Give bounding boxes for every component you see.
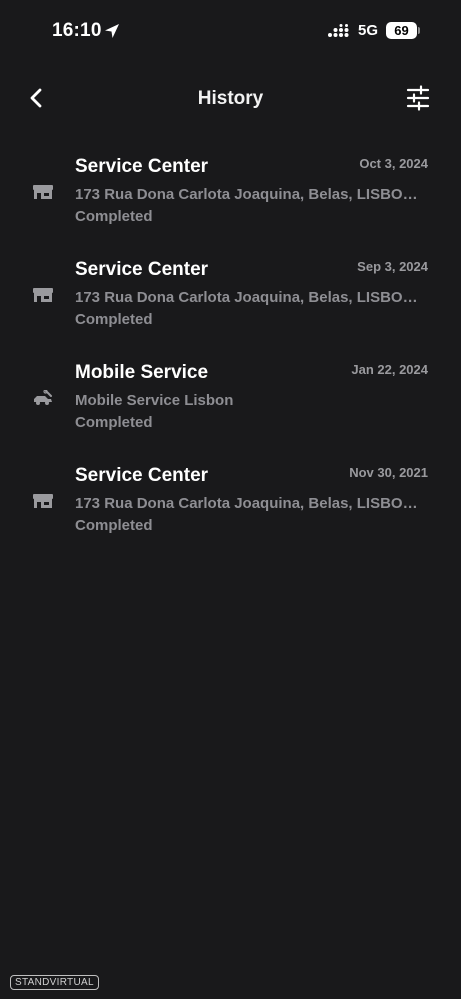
history-item-address: Mobile Service Lisbon: [75, 392, 234, 409]
location-arrow-icon: [105, 24, 119, 38]
sliders-icon: [406, 85, 430, 111]
mobile-service-icon: [34, 390, 52, 405]
history-item-title: Service Center: [75, 465, 209, 486]
watermark-logo: STANDVIRTUAL: [10, 975, 99, 990]
history-item-title: Mobile Service: [75, 362, 209, 383]
history-item-address: 173 Rua Dona Carlota Joaquina, Belas, LI…: [75, 186, 420, 203]
service-center-icon: [33, 494, 53, 508]
battery-icon: 69: [386, 22, 420, 39]
history-item-title: Service Center: [75, 156, 209, 177]
history-item[interactable]: Service Center Sep 3, 2024 173 Rua Dona …: [0, 259, 461, 351]
history-item-title: Service Center: [75, 259, 209, 280]
history-item-date: Sep 3, 2024: [357, 259, 428, 274]
status-bar: 16:10 5G 69: [0, 0, 461, 62]
network-type: 5G: [358, 22, 379, 39]
page-title: History: [197, 88, 264, 109]
history-item-date: Nov 30, 2021: [349, 465, 428, 480]
service-center-icon: [33, 288, 53, 302]
history-item-address: 173 Rua Dona Carlota Joaquina, Belas, LI…: [75, 495, 420, 512]
service-center-icon: [33, 185, 53, 199]
history-item-date: Oct 3, 2024: [359, 156, 428, 171]
history-item[interactable]: Mobile Service Jan 22, 2024 Mobile Servi…: [0, 362, 461, 454]
history-item-date: Jan 22, 2024: [351, 362, 428, 377]
status-time: 16:10: [52, 20, 102, 41]
history-item-address: 173 Rua Dona Carlota Joaquina, Belas, LI…: [75, 289, 420, 306]
filter-button[interactable]: [405, 85, 431, 111]
battery-level: 69: [394, 23, 409, 38]
history-item-status: Completed: [75, 517, 153, 534]
history-item[interactable]: Service Center Oct 3, 2024 173 Rua Dona …: [0, 156, 461, 248]
history-item-status: Completed: [75, 311, 153, 328]
history-item-status: Completed: [75, 208, 153, 225]
history-item[interactable]: Service Center Nov 30, 2021 173 Rua Dona…: [0, 465, 461, 557]
signal-icon: [328, 24, 349, 37]
history-item-status: Completed: [75, 414, 153, 431]
